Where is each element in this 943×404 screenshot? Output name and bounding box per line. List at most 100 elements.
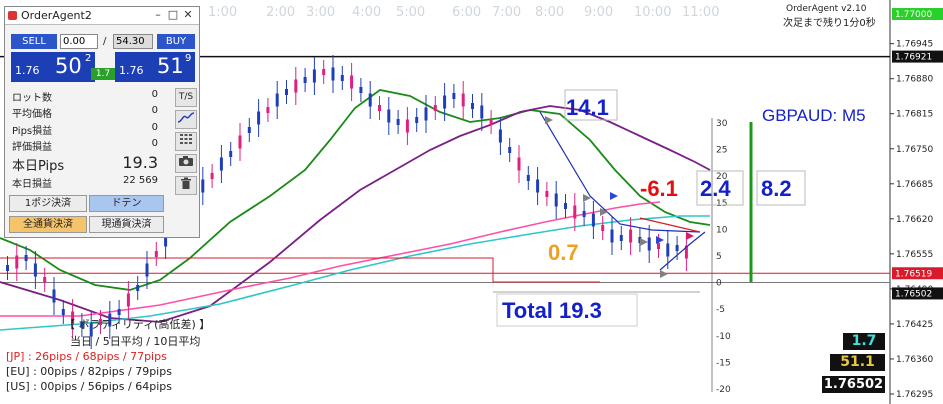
time-label: 4:00 xyxy=(352,5,381,20)
candle-body xyxy=(331,67,335,81)
order-agent-titlebar[interactable]: OrderAgent2 – □ ✕ xyxy=(5,7,199,25)
time-label: 1:00 xyxy=(208,5,237,20)
candle-body xyxy=(461,93,465,107)
spread-separator: / xyxy=(103,36,107,47)
time-label: 3:00 xyxy=(306,5,335,20)
today-pl-value: 22 569 xyxy=(123,175,158,186)
candle-body xyxy=(15,255,19,269)
buy-price-big: 51 xyxy=(157,54,184,78)
lot-input[interactable] xyxy=(60,34,98,49)
candle-body xyxy=(573,205,577,219)
pips-scale-label: -20 xyxy=(716,385,731,395)
buy-button[interactable]: BUY xyxy=(157,34,195,49)
chart-title-text: OrderAgent v2.10 xyxy=(786,4,867,14)
camera-icon[interactable] xyxy=(175,154,197,173)
price-tag-bid: 1.76519 xyxy=(895,269,932,279)
candle-body xyxy=(359,87,363,93)
annotation-2-4: 2.4 xyxy=(700,176,731,201)
pips-scale-label: -5 xyxy=(716,305,725,315)
position-info: ロット数 0 平均価格 0 Pips損益 0 評価損益 0 本日Pips 19.… xyxy=(5,85,170,190)
time-label: 8:00 xyxy=(535,5,564,20)
sell-button[interactable]: SELL xyxy=(11,34,57,49)
lot-count-value: 0 xyxy=(151,89,158,100)
candle-body xyxy=(43,277,47,283)
sell-price-small: 1.76 xyxy=(15,64,40,77)
minimize-icon[interactable]: – xyxy=(151,9,165,21)
slippage-input[interactable] xyxy=(113,34,153,49)
volatility-values: 00pips / 56pips / 64pips xyxy=(40,380,172,393)
candle-body xyxy=(350,75,354,89)
candle-body xyxy=(285,89,288,95)
candle-body xyxy=(619,235,623,241)
candle-body xyxy=(210,173,214,179)
buy-price-sup: 9 xyxy=(185,53,192,64)
price-label: 1.76425 xyxy=(896,320,933,330)
candle-body xyxy=(536,179,540,193)
pips-scale-label: 5 xyxy=(716,252,722,262)
close-current-currency-button[interactable]: 現通貨決済 xyxy=(89,216,164,233)
price-stat: 1.76502 xyxy=(822,376,885,393)
candle-body xyxy=(480,105,484,119)
candle-body xyxy=(229,151,233,157)
candle-body xyxy=(6,265,9,271)
close-one-position-button[interactable]: 1ポジ決済 xyxy=(9,195,87,212)
candle-body xyxy=(443,95,447,109)
price-label: 1.76555 xyxy=(896,250,933,260)
candle-body xyxy=(489,119,493,125)
candle-body xyxy=(294,79,298,93)
market-label: [US] : xyxy=(6,380,37,393)
pips-scale-label: 30 xyxy=(716,119,728,129)
app-icon xyxy=(8,11,17,20)
candle-body xyxy=(517,157,521,171)
candle-body xyxy=(117,309,121,315)
candle-body xyxy=(145,263,149,277)
close-all-currencies-button[interactable]: 全通貨決済 xyxy=(9,216,87,233)
annotation-14-1: 14.1 xyxy=(566,95,609,120)
candle-body xyxy=(591,213,595,227)
sell-price-button[interactable]: 1.76 50 2 xyxy=(11,52,95,82)
candle-body xyxy=(601,225,605,231)
candle-body xyxy=(471,103,474,109)
candle-body xyxy=(545,191,549,197)
candle-body xyxy=(657,243,660,249)
next-bar-countdown: 次足まで残り1分0秒 xyxy=(783,18,876,29)
volatility-row-us: [US] : 00pips / 56pips / 64pips xyxy=(6,380,172,393)
time-label: 6:00 xyxy=(452,5,481,20)
time-label: 5:00 xyxy=(396,5,425,20)
pips-pl-value: 0 xyxy=(151,122,158,133)
price-label: 1.76945 xyxy=(896,40,933,50)
avg-price-value: 0 xyxy=(151,105,158,116)
candle-body xyxy=(405,119,409,133)
volatility-values: 26pips / 68pips / 77pips xyxy=(35,350,167,363)
today-pips-label: 本日Pips xyxy=(12,159,65,174)
candle-body xyxy=(201,179,205,193)
candle-body xyxy=(396,119,400,125)
pips-pl-label: Pips損益 xyxy=(12,126,53,137)
candle-body xyxy=(340,75,344,81)
pips-stat: 51.1 xyxy=(830,354,885,371)
doten-button[interactable]: ドテン xyxy=(89,195,164,212)
pips-scale-label: -10 xyxy=(716,332,731,342)
candle-body xyxy=(629,229,633,243)
annotation-8-2: 8.2 xyxy=(761,176,792,201)
price-label: 1.76750 xyxy=(896,145,933,155)
candle-body xyxy=(424,107,428,121)
price-label: 1.76685 xyxy=(896,180,933,190)
trash-icon[interactable] xyxy=(175,176,197,195)
chart-wave-icon[interactable] xyxy=(175,110,197,129)
volatility-row-eu: [EU] : 00pips / 82pips / 79pips xyxy=(6,365,172,378)
chart-window: 0022:000:001:002:003:004:005:006:007:008… xyxy=(0,0,943,404)
candle-body xyxy=(564,203,567,209)
time-label: 11:00 xyxy=(682,5,719,20)
close-icon[interactable]: ✕ xyxy=(181,9,195,21)
grid-icon[interactable] xyxy=(175,132,197,151)
ts-button[interactable]: T/S xyxy=(175,88,197,107)
candle-body xyxy=(312,69,316,83)
maximize-icon[interactable]: □ xyxy=(166,9,180,21)
buy-price-small: 1.76 xyxy=(119,64,144,77)
candle-body xyxy=(266,107,270,113)
candle-body xyxy=(33,263,37,277)
time-label: 9:00 xyxy=(584,5,613,20)
candle-body xyxy=(368,93,372,107)
buy-price-button[interactable]: 1.76 51 9 xyxy=(115,52,195,82)
